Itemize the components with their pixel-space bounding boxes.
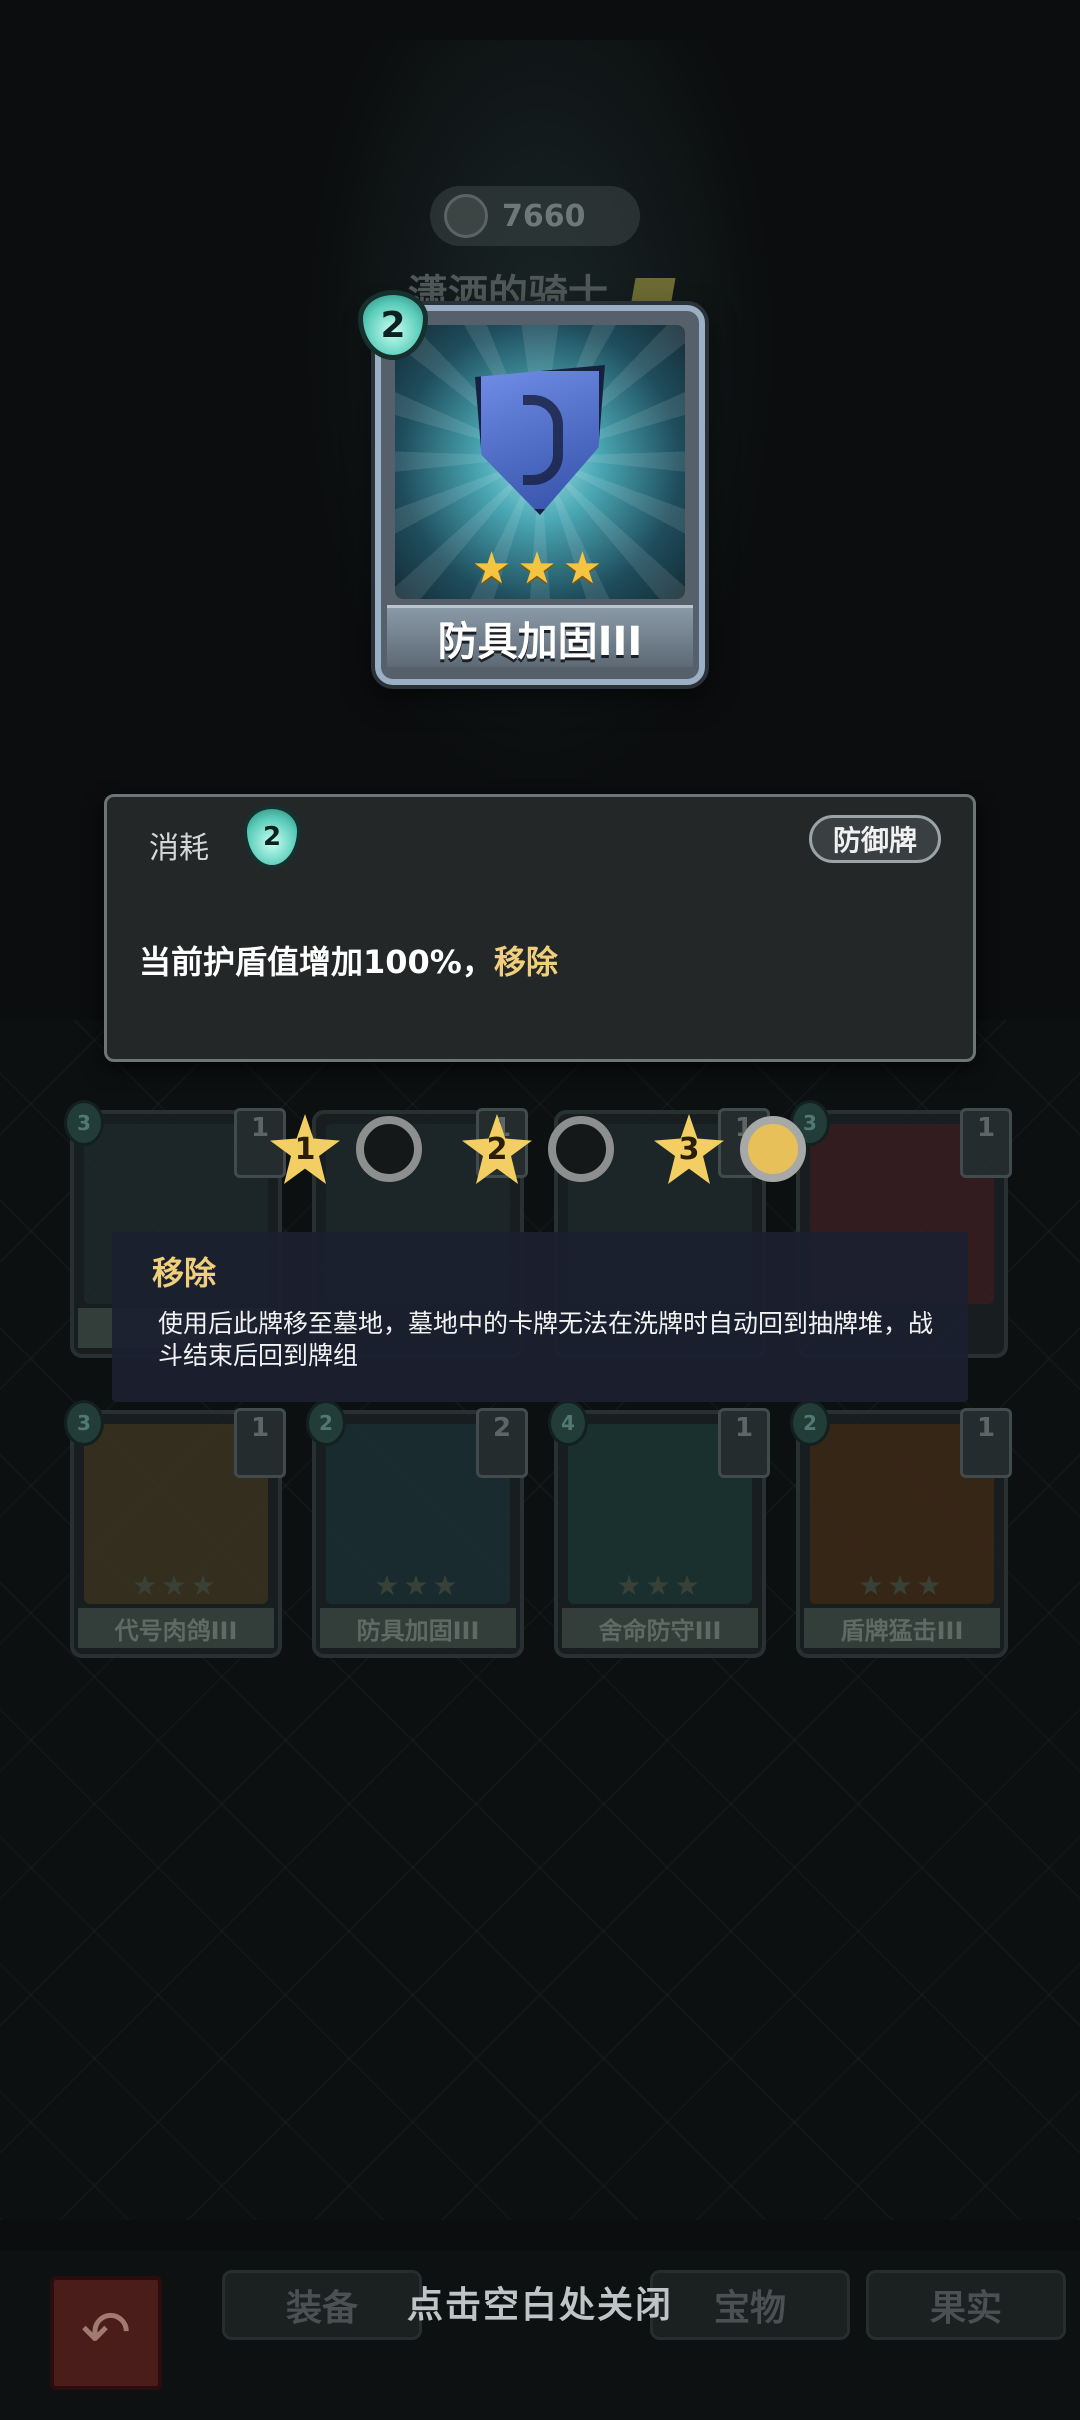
card-level-badge: 1 [718,1408,770,1478]
card-name: 代号肉鸽III [78,1608,274,1648]
card-stars: ★★★ [858,1569,946,1602]
card-cost: 2 [306,1400,346,1446]
level-star-1[interactable]: 1 [270,1114,340,1184]
deck-card[interactable]: ★★★ 防具加固III 2 2 [306,1400,528,1658]
description-text: 当前护盾值增加100%， [139,943,494,981]
card-name: 防具加固III [387,605,693,667]
card-name: 盾牌猛击III [804,1608,1000,1648]
card-level-badge: 2 [476,1408,528,1478]
level-toggle-3[interactable] [740,1116,806,1182]
level-toggle-2[interactable] [548,1116,614,1182]
card-level-badge: 1 [960,1108,1012,1178]
combat-power-pill: 7660 [430,186,640,246]
card-name: 防具加固III [320,1608,516,1648]
keyword-remove[interactable]: 移除 [494,943,558,981]
star-level-selector: 1 2 3 [270,1114,810,1194]
selected-card: ★★★ 防具加固III [375,305,705,685]
tooltip-title: 移除 [152,1254,217,1292]
card-cost: 4 [548,1400,588,1446]
card-type-tag: 防御牌 [809,815,941,863]
card-cost: 3 [64,1100,104,1146]
level-toggle-1[interactable] [356,1116,422,1182]
card-cost: 2 [790,1400,830,1446]
close-hint[interactable]: 点击空白处关闭 [0,2276,1080,2328]
card-stars: ★★★ [616,1569,704,1602]
deck-card[interactable]: ★★★ 代号肉鸽III 1 3 [64,1400,286,1658]
card-description: 当前护盾值增加100%，移除 [139,937,558,983]
level-star-2[interactable]: 2 [462,1114,532,1184]
shield-emblem [523,395,563,485]
deck-card[interactable]: ★★★ 盾牌猛击III 1 2 [790,1400,1012,1658]
card-stars: ★★★ [471,543,609,594]
energy-flame-icon: 2 [243,805,301,869]
combat-power-value: 7660 [502,198,586,234]
card-level-badge: 1 [234,1408,286,1478]
keyword-tooltip: 移除 使用后此牌移至墓地，墓地中的卡牌无法在洗牌时自动回到抽牌堆，战斗结束后回到… [112,1232,968,1402]
card-stars: ★★★ [374,1569,462,1602]
card-stars: ★★★ [132,1569,220,1602]
card-cost: 3 [64,1400,104,1446]
quill-icon [444,194,488,238]
card-level-badge: 1 [960,1408,1012,1478]
tooltip-body: 使用后此牌移至墓地，墓地中的卡牌无法在洗牌时自动回到抽牌堆，战斗结束后回到牌组 [158,1309,934,1370]
cost-label: 消耗 [149,831,209,866]
card-name: 舍命防守III [562,1608,758,1648]
deck-card[interactable]: ★★★ 舍命防守III 1 4 [548,1400,770,1658]
card-detail-panel: 消耗 2 防御牌 当前护盾值增加100%，移除 [104,794,976,1062]
level-star-3[interactable]: 3 [654,1114,724,1184]
